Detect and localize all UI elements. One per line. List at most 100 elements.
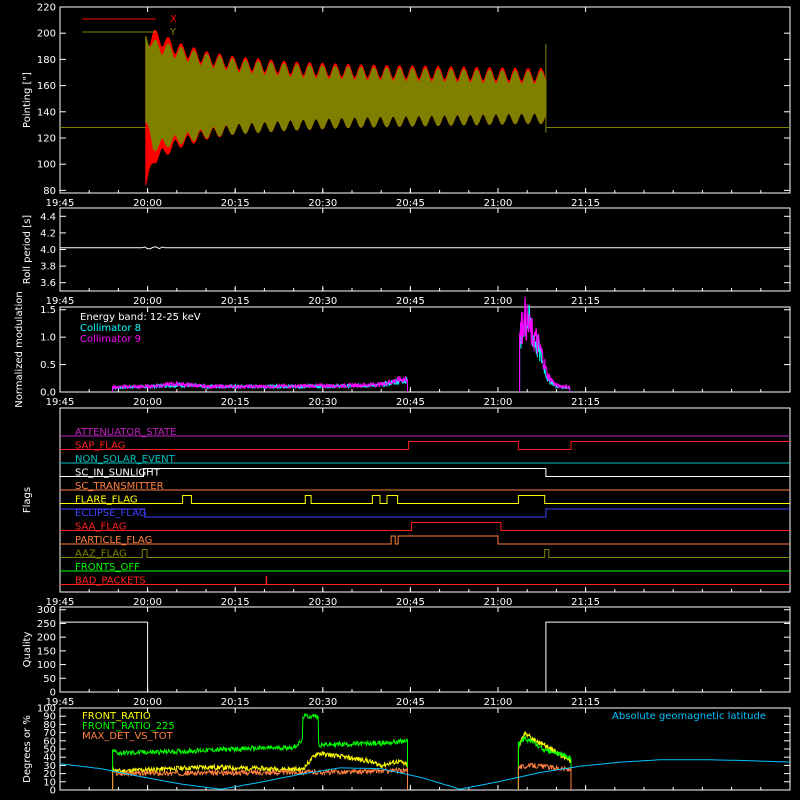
x-tick-label: 20:45 (396, 296, 425, 307)
x-tick-label: 20:45 (396, 397, 425, 408)
y-tick-label: 200 (37, 29, 56, 40)
flag-label: FLARE_FLAG (75, 495, 138, 506)
panel-2: 19:45 20:00 20:15 20:30 20:45 21:00 21:15 Norma… (14, 291, 791, 408)
y-tick-label: 150 (37, 646, 56, 657)
x-tick-label: 20:00 (133, 296, 162, 307)
annotation-label: Collimator 8 (80, 323, 141, 334)
x-tick-label: 21:00 (484, 397, 513, 408)
x-tick-label: 19:45 (46, 198, 75, 209)
x-tick-label: 21:00 (484, 198, 513, 209)
y-tick-label: 120 (37, 133, 56, 144)
y-tick-label: 200 (37, 633, 56, 644)
series-max_det_vs_tot-late (517, 762, 572, 790)
legend-label: MAX_DET_VS_TOT (82, 731, 174, 742)
panel-frame (59, 606, 791, 693)
x-tick-label: 20:00 (133, 397, 162, 408)
y-tick-label: 100 (37, 704, 56, 715)
x-tick-label: 20:30 (308, 296, 337, 307)
panel-3: 19:45 20:00 20:15 20:30 20:45 21:00 21:15Flags… (22, 407, 791, 608)
y-tick-label: 50 (43, 674, 56, 685)
flag-line-sc_in_sunlight (60, 468, 790, 477)
flag-label: AAZ_FLAG (75, 549, 127, 560)
flag-label: ATTENUATOR_STATE (75, 427, 176, 438)
x-tick-label: 20:15 (221, 597, 250, 608)
panel-4: 19:45 20:00 20:15 20:30 20:45 21:00 21:15Quali… (22, 605, 791, 708)
y-tick-label: 100 (37, 160, 56, 171)
series-absolute-geomagnetic-latitude (59, 759, 791, 790)
y-tick-label: 80 (43, 186, 56, 197)
flag-label: SC_TRANSMITTER (75, 481, 164, 492)
x-tick-label: 21:15 (571, 296, 600, 307)
y-tick-label: 140 (37, 107, 56, 118)
y-tick-label: 160 (37, 81, 56, 92)
flag-label: NON_SOLAR_EVENT (75, 454, 176, 465)
x-tick-label: 19:45 (46, 397, 75, 408)
x-tick-label: 20:30 (308, 597, 337, 608)
y-tick-label: 4.2 (40, 228, 56, 239)
panel-1: 19:45 20:00 20:15 20:30 20:45 21:00 21:15Roll … (22, 207, 791, 307)
y-tick-label: 300 (37, 605, 56, 616)
flag-line-saa_flag (60, 522, 790, 531)
flag-line-particle_flag (60, 535, 790, 545)
flag-label: PARTICLE_FLAG (75, 535, 152, 546)
flag-label: SAA_FLAG (75, 522, 126, 533)
panel-frame (59, 207, 791, 292)
panel-0: 19:45 20:00 20:15 20:30 20:45 21:00 21:15 Point… (22, 3, 791, 209)
series-collimator-9 (112, 375, 408, 393)
y-axis-label: Quality (22, 632, 33, 668)
x-tick-label: 20:30 (308, 198, 337, 209)
x-tick-label: 21:15 (571, 397, 600, 408)
y-axis-label: Roll period [s] (22, 215, 33, 284)
flag-line-flare_flag (60, 495, 790, 504)
x-tick-label: 20:00 (133, 597, 162, 608)
flag-label: BAD_PACKETS (75, 576, 146, 587)
x-tick-label: 20:15 (221, 198, 250, 209)
series-quality (60, 621, 790, 693)
y-tick-label: 1.5 (40, 305, 56, 316)
chart-svg: 19:45 20:00 20:15 20:30 20:45 21:00 21:15 Point… (14, 3, 791, 797)
flag-label: SC_IN_SUNLIGHT (75, 468, 161, 479)
x-tick-label: 21:00 (484, 296, 513, 307)
flag-line-bad_packets (60, 576, 790, 585)
annotation-label: Energy band: 12-25 keV (80, 312, 201, 323)
x-tick-label: 21:15 (571, 697, 600, 708)
x-tick-label: 21:15 (571, 198, 600, 209)
y-axis-label: Degrees or % (22, 715, 33, 783)
series-roll-period (60, 246, 790, 250)
x-tick-label: 21:00 (484, 597, 513, 608)
flag-line-aaz_flag (60, 549, 790, 558)
y-axis-label: Flags (22, 487, 33, 513)
legend-label: X (170, 14, 177, 25)
x-tick-label: 20:15 (221, 296, 250, 307)
flag-label: SAP_FLAG (75, 441, 125, 452)
y-tick-label: 180 (37, 55, 56, 66)
y-tick-label: 0.0 (40, 388, 56, 399)
series-front_ratio (112, 750, 408, 790)
flag-label: FRONTS_OFF (75, 562, 140, 573)
y-tick-label: 1.0 (40, 333, 56, 344)
legend-label: Absolute geomagnetic latitude (612, 711, 766, 722)
x-tick-label: 20:00 (133, 697, 162, 708)
x-tick-label: 20:45 (396, 597, 425, 608)
x-tick-label: 20:15 (221, 397, 250, 408)
y-tick-label: 0 (50, 688, 56, 699)
series-collimator-9-late (519, 296, 571, 393)
y-axis-label: Pointing ["] (22, 72, 33, 128)
y-tick-label: 4.0 (40, 245, 56, 256)
legend-label: Y (169, 27, 177, 38)
y-tick-label: 220 (37, 3, 56, 14)
y-tick-label: 3.6 (40, 278, 56, 289)
y-tick-label: 0.5 (40, 360, 56, 371)
y-axis-label: Normalized modulation (14, 291, 25, 408)
x-tick-label: 20:00 (133, 198, 162, 209)
x-tick-label: 21:15 (571, 597, 600, 608)
x-tick-label: 20:45 (396, 198, 425, 209)
y-tick-label: 4.4 (40, 212, 56, 223)
x-tick-label: 20:15 (221, 697, 250, 708)
annotation-label: Collimator 9 (80, 334, 141, 345)
x-tick-label: 20:30 (308, 397, 337, 408)
x-tick-label: 21:00 (484, 697, 513, 708)
y-tick-label: 250 (37, 619, 56, 630)
flag-line-eclipse_flag (60, 508, 790, 518)
panel-5: Degrees or %0102030405060708090100FRONT_… (22, 704, 791, 797)
